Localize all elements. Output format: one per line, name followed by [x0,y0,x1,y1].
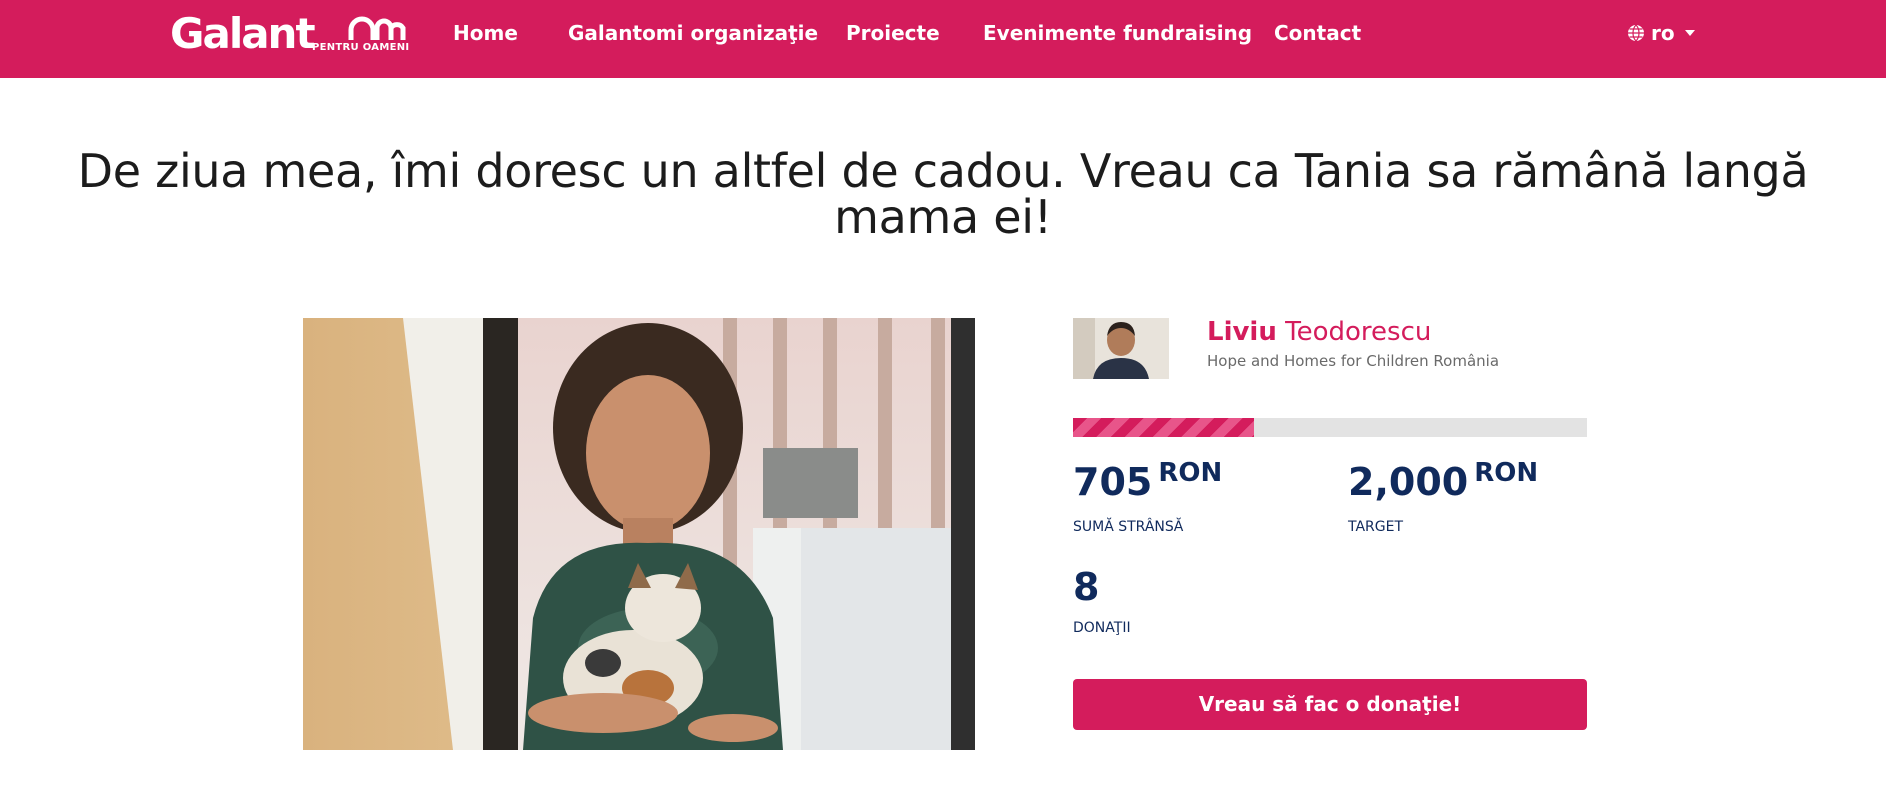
target-currency: RON [1474,458,1539,488]
globe-icon [1628,24,1644,42]
organization-name[interactable]: Hope and Homes for Children România [1207,352,1499,370]
target-amount: 2,000 RON [1348,458,1538,507]
logo-om-mark [348,16,406,40]
fundraiser-avatar [1073,318,1169,379]
logo-tagline: PENTRU OAMENI [312,42,410,53]
language-dropdown[interactable]: ro [1627,20,1695,46]
campaign-photo [303,318,975,750]
logo-wordmark: Galant [170,9,316,58]
raised-label: SUMĂ STRÂNSĂ [1073,519,1184,535]
nav-galantomi-organizatie[interactable]: Galantomi organizaţie [568,20,818,46]
campaign-title: De ziua mea, îmi doresc un altfel de cad… [77,144,1809,244]
raised-amount: 705 RON [1073,458,1222,507]
top-navbar: Galant PENTRU OAMENI Home Galantomi orga… [0,0,1886,78]
raised-value: 705 [1073,460,1153,504]
fundraising-progress-bar [1073,418,1587,437]
galantom-logo[interactable]: Galant PENTRU OAMENI [170,12,410,56]
nav-proiecte[interactable]: Proiecte [846,20,940,46]
raised-currency: RON [1158,458,1223,488]
fundraiser-avatar-image [1073,318,1169,379]
nav-home[interactable]: Home [453,20,518,46]
donations-label: DONAŢII [1073,620,1131,636]
nav-contact[interactable]: Contact [1274,20,1361,46]
campaign-photo-illustration [303,318,975,750]
fundraiser-last-name: Teodorescu [1285,317,1432,347]
donations-count: 8 [1073,565,1100,609]
language-label: ro [1651,21,1675,45]
target-value: 2,000 [1348,460,1469,504]
chevron-down-icon [1684,30,1695,36]
fundraiser-first-name: Liviu [1207,317,1277,347]
donate-button[interactable]: Vreau să fac o donaţie! [1073,679,1587,730]
nav-evenimente-fundraising[interactable]: Evenimente fundraising [983,20,1252,46]
fundraiser-name[interactable]: Liviu Teodorescu [1207,316,1431,348]
progress-fill [1073,418,1255,437]
target-label: TARGET [1348,519,1404,535]
